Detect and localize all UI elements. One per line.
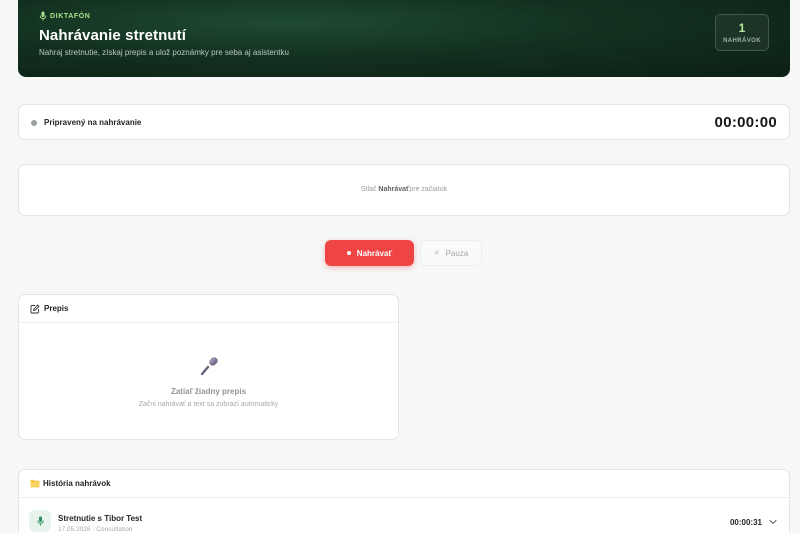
record-button-label: Nahrávať — [356, 248, 393, 258]
hint-suffix: pre začiatok — [409, 186, 448, 193]
status-bar: Pripravený na nahrávanie 00:00:00 — [18, 104, 790, 140]
record-dot-icon — [346, 251, 351, 255]
pause-button-label: Pauza — [445, 248, 469, 258]
hero-header: DIKTAFÓN Nahrávanie stretnutí Nahraj str… — [18, 0, 790, 77]
microphone-icon — [36, 516, 44, 526]
close-icon: ✕ — [433, 250, 440, 257]
microphone-icon — [39, 11, 47, 21]
recordings-count-label: NAHRÁVOK — [723, 38, 761, 44]
recordings-count: 1 — [738, 21, 746, 35]
hint-prefix: Stlač — [360, 186, 377, 193]
start-hint: Stlač Nahrávaťpre začiatok — [19, 186, 789, 193]
history-item-duration: 00:00:31 — [729, 518, 762, 527]
microphone-icon — [200, 357, 218, 376]
recording-timer: 00:00:00 — [714, 114, 777, 131]
record-button[interactable]: Nahrávať — [325, 240, 414, 266]
edit-icon — [30, 304, 40, 314]
transcript-header: Prepis — [19, 295, 398, 323]
brand: DIKTAFÓN — [39, 11, 90, 21]
history-item-name: Stretnutie s Tibor Test — [58, 514, 143, 523]
chevron-down-icon[interactable] — [769, 518, 777, 526]
transcript-card: Prepis Zatiaľ žiadny prepis Začni nahráv… — [18, 294, 399, 440]
status-indicator-dot — [31, 120, 37, 126]
history-item-meta: 17.05.2026 · Consultation — [58, 526, 133, 533]
empty-transcript-subtitle: Začni nahrávať a text sa zobrazí automat… — [138, 401, 279, 408]
page-title: Nahrávanie stretnutí — [39, 27, 187, 44]
empty-transcript-title: Zatiaľ žiadny prepis — [170, 387, 247, 396]
history-card: História nahrávok Stretnutie s Tibor Tes… — [18, 469, 790, 533]
live-transcript-area: Stlač Nahrávaťpre začiatok — [18, 164, 790, 216]
folder-icon — [30, 479, 40, 488]
status-label: Pripravený na nahrávanie — [44, 118, 142, 127]
hint-emphasis: Nahrávať — [378, 186, 410, 193]
history-item-avatar — [29, 510, 51, 532]
pause-button[interactable]: ✕ Pauza — [420, 240, 482, 266]
history-item[interactable]: Stretnutie s Tibor Test 17.05.2026 · Con… — [19, 506, 789, 533]
transcript-title: Prepis — [44, 304, 69, 313]
history-header: História nahrávok — [19, 470, 789, 498]
recordings-count-card: 1 NAHRÁVOK — [715, 14, 769, 51]
history-title: História nahrávok — [43, 479, 111, 488]
page-subtitle: Nahraj stretnutie, získaj prepis a ulož … — [39, 48, 289, 57]
brand-label: DIKTAFÓN — [50, 12, 91, 20]
